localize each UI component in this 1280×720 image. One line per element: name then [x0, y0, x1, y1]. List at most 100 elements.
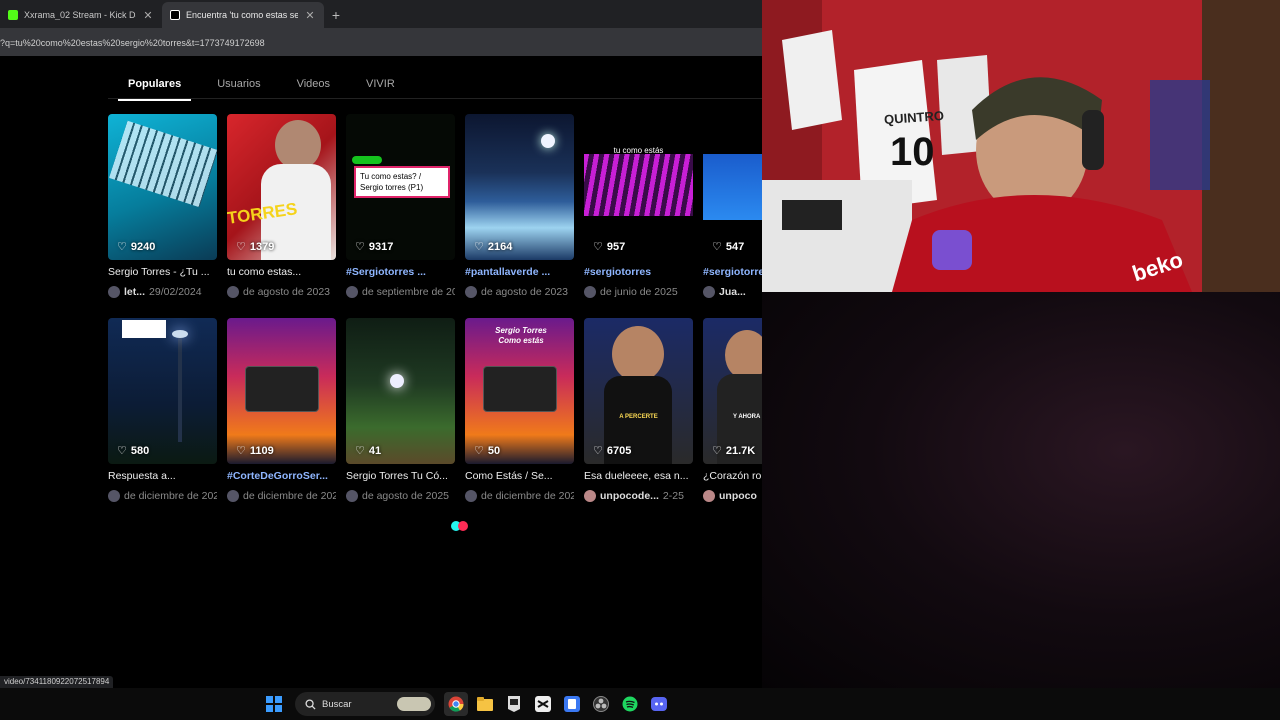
video-card[interactable]: ♡ 1109 #CorteDeGorroSer... de diciembre d… — [227, 318, 336, 504]
video-meta: de diciembre de 2024 — [108, 488, 217, 504]
video-title[interactable]: #sergiotorres — [584, 266, 693, 280]
video-title[interactable]: Como Estás / Se... — [465, 470, 574, 484]
author-name[interactable]: Jua... — [719, 286, 746, 298]
taskbar-app-obs[interactable] — [589, 692, 613, 716]
browser-tab-bar: Xxrama_02 Stream - Kick Dash... ✕ Encuen… — [0, 0, 762, 28]
video-card[interactable]: ♡ 2164 #pantallaverde ... de agosto de 20… — [465, 114, 574, 300]
video-thumbnail[interactable]: Sergio Torres Como estás ♡ 50 — [465, 318, 574, 464]
heart-icon: ♡ — [236, 241, 246, 253]
video-thumbnail[interactable]: ♡ 9240 — [108, 114, 217, 260]
taskbar-search[interactable]: Buscar — [295, 692, 435, 716]
video-thumbnail[interactable]: ♡ 2164 — [465, 114, 574, 260]
close-tab-icon[interactable]: ✕ — [142, 9, 154, 22]
video-date: de diciembre de 2023 — [243, 490, 336, 502]
video-card[interactable]: Tu como estas? / Sergio torres (P1) ♡ 931… — [346, 114, 455, 300]
video-thumbnail[interactable]: ♡ 41 — [346, 318, 455, 464]
video-card[interactable]: Y AHORA ♡ 21.7K ¿Corazón ro unpoco — [703, 318, 762, 504]
taskbar-spotify[interactable] — [618, 692, 642, 716]
video-date: de septiembre de 202 — [362, 286, 455, 298]
heart-icon: ♡ — [712, 445, 722, 457]
taskbar-chrome[interactable] — [444, 692, 468, 716]
likes-count: ♡ 9317 — [355, 240, 394, 254]
video-title[interactable]: Sergio Torres - ¿Tu ... — [108, 266, 217, 280]
video-card[interactable]: ♡ 9240 Sergio Torres - ¿Tu ... let... 29/0… — [108, 114, 217, 300]
video-card[interactable]: A PERCERTE ♡ 6705 Esa dueleeee, esa n... … — [584, 318, 693, 504]
heart-icon: ♡ — [593, 241, 603, 253]
browser-tab-kick[interactable]: Xxrama_02 Stream - Kick Dash... ✕ — [0, 2, 162, 28]
windows-start-button[interactable] — [262, 692, 286, 716]
video-thumbnail[interactable]: TORRES ♡ 1379 — [227, 114, 336, 260]
video-card[interactable]: ♡547 #sergiotorres Jua... — [703, 114, 762, 300]
thumb-overlay-text: Sergio Torres Como estás — [495, 326, 547, 345]
video-title[interactable]: ¿Corazón ro — [703, 470, 762, 484]
close-tab-icon[interactable]: ✕ — [304, 9, 316, 22]
avatar — [703, 286, 715, 298]
avatar — [584, 286, 596, 298]
author-name[interactable]: let... — [124, 286, 145, 298]
video-meta: Jua... — [703, 284, 762, 300]
video-thumbnail[interactable]: Tu como estas? / Sergio torres (P1) ♡ 931… — [346, 114, 455, 260]
video-title[interactable]: #CorteDeGorroSer... — [227, 470, 336, 484]
kick-icon — [8, 10, 18, 20]
video-card[interactable]: TORRES ♡ 1379 tu como estas... de agosto … — [227, 114, 336, 300]
video-thumbnail[interactable]: tu como estás ♡ 957 — [584, 114, 693, 260]
video-card[interactable]: Sergio Torres Como estás ♡ 50 Como Estás … — [465, 318, 574, 504]
heart-icon: ♡ — [117, 445, 127, 457]
avatar — [346, 490, 358, 502]
video-thumbnail[interactable]: ♡ 1109 — [227, 318, 336, 464]
video-card[interactable]: ♡ 41 Sergio Torres Tu Có... de agosto de … — [346, 318, 455, 504]
taskbar-app-capcut[interactable] — [531, 692, 555, 716]
tab-usuarios[interactable]: Usuarios — [207, 74, 270, 101]
likes-count: ♡ 50 — [474, 444, 501, 458]
video-title[interactable]: #Sergiotorres ... — [346, 266, 455, 280]
windows-icon — [266, 696, 282, 712]
thumb-overlay-text: Y AHORA — [733, 414, 761, 420]
likes-count: ♡ 547 — [712, 240, 745, 254]
webcam-overlay: QUINTRO 10 beko — [762, 0, 1280, 292]
likes-count: ♡ 1379 — [236, 240, 275, 254]
taskbar-file-explorer[interactable] — [473, 692, 497, 716]
video-thumbnail[interactable]: ♡ 580 — [108, 318, 217, 464]
avatar — [108, 490, 120, 502]
obs-icon — [593, 696, 609, 712]
video-title[interactable]: Sergio Torres Tu Có... — [346, 470, 455, 484]
tab-populares[interactable]: Populares — [118, 74, 192, 101]
video-card[interactable]: tu como estás ♡ 957 #sergiotorres de juni… — [584, 114, 693, 300]
heart-icon: ♡ — [117, 241, 127, 253]
spotify-icon — [622, 696, 638, 712]
search-icon — [305, 698, 316, 710]
taskbar-app-blue[interactable] — [560, 692, 584, 716]
tab-vivir[interactable]: VIVIR — [356, 74, 405, 101]
new-tab-button[interactable]: + — [324, 2, 348, 28]
link-status-bar: video/7341180922072517894 — [0, 676, 114, 688]
likes-count: ♡ 21.7K — [712, 444, 756, 458]
video-meta: de diciembre de 2023 — [465, 488, 574, 504]
author-name[interactable]: unpoco — [719, 490, 757, 502]
tiktok-search-page: Populares Usuarios Videos VIVIR ♡ 9240 Se… — [0, 56, 762, 688]
tiktok-icon — [170, 10, 180, 20]
author-name[interactable]: unpocode... — [600, 490, 659, 502]
video-thumbnail[interactable]: A PERCERTE ♡ 6705 — [584, 318, 693, 464]
video-title[interactable]: Respuesta a... — [108, 470, 217, 484]
heart-icon: ♡ — [474, 241, 484, 253]
video-thumbnail[interactable]: Y AHORA ♡ 21.7K — [703, 318, 762, 464]
address-bar[interactable]: ?q=tu%20como%20estas%20sergio%20torres&t… — [0, 28, 762, 56]
search-tabs: Populares Usuarios Videos VIVIR — [118, 74, 421, 101]
tab-title: Encuentra 'tu como estas sergio... — [186, 10, 298, 20]
video-title[interactable]: tu como estas... — [227, 266, 336, 280]
taskbar-app-epic[interactable] — [502, 692, 526, 716]
video-date: 29/02/2024 — [149, 286, 202, 298]
taskbar: Buscar — [0, 688, 1280, 720]
video-title[interactable]: #sergiotorres — [703, 266, 762, 280]
video-title[interactable]: #pantallaverde ... — [465, 266, 574, 280]
likes-count: ♡ 957 — [593, 240, 626, 254]
tab-videos[interactable]: Videos — [287, 74, 340, 101]
video-thumbnail[interactable]: ♡ 547 — [703, 114, 762, 260]
tabs-divider — [108, 98, 762, 99]
likes-count: ♡ 1109 — [236, 444, 274, 458]
video-card[interactable]: ♡ 580 Respuesta a... de diciembre de 2024 — [108, 318, 217, 504]
tab-title: Xxrama_02 Stream - Kick Dash... — [24, 10, 136, 20]
browser-tab-tiktok[interactable]: Encuentra 'tu como estas sergio... ✕ — [162, 2, 324, 28]
taskbar-discord[interactable] — [647, 692, 671, 716]
video-title[interactable]: Esa dueleeee, esa n... — [584, 470, 693, 484]
